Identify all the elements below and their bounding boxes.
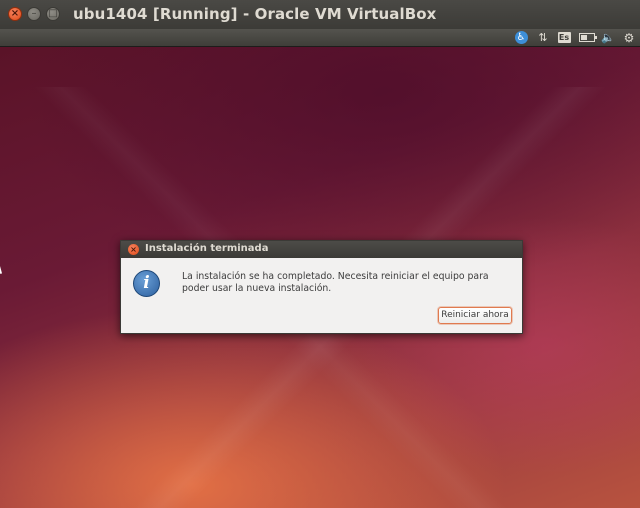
network-indicator[interactable]: ⇅ xyxy=(536,30,550,45)
top-panel: ♿ ⇅ Es 🔈 ⚙ xyxy=(0,29,640,47)
session-menu-indicator[interactable]: ⚙ xyxy=(622,30,636,45)
window-title: ubu1404 [Running] - Oracle VM VirtualBox xyxy=(73,5,437,23)
network-icon: ⇅ xyxy=(538,31,548,44)
window-maximize-button[interactable]: □ xyxy=(46,7,60,21)
dialog-titlebar: × Instalación terminada xyxy=(121,241,522,258)
installation-complete-dialog: × Instalación terminada i La instalación… xyxy=(120,240,523,334)
accessibility-icon: ♿ xyxy=(514,31,528,44)
battery-icon xyxy=(579,33,597,42)
info-icon: i xyxy=(133,270,160,297)
dialog-title: Instalación terminada xyxy=(145,243,269,254)
mouse-pointer-icon xyxy=(0,266,5,278)
restart-now-button[interactable]: Reiniciar ahora xyxy=(438,307,512,324)
accessibility-indicator[interactable]: ♿ xyxy=(514,30,528,45)
keyboard-layout-indicator[interactable]: Es xyxy=(557,30,571,45)
dialog-close-button[interactable]: × xyxy=(128,244,139,255)
keyboard-layout-label: Es xyxy=(557,32,571,43)
window-close-button[interactable]: × xyxy=(8,7,22,21)
window-titlebar: × – □ ubu1404 [Running] - Oracle VM Virt… xyxy=(0,0,640,30)
volume-indicator[interactable]: 🔈 xyxy=(601,30,615,45)
volume-icon: 🔈 xyxy=(601,31,615,44)
battery-indicator[interactable] xyxy=(578,30,597,45)
settings-gear-icon: ⚙ xyxy=(623,30,635,45)
window-minimize-button[interactable]: – xyxy=(27,7,41,21)
dialog-message: La instalación se ha completado. Necesit… xyxy=(182,271,489,294)
